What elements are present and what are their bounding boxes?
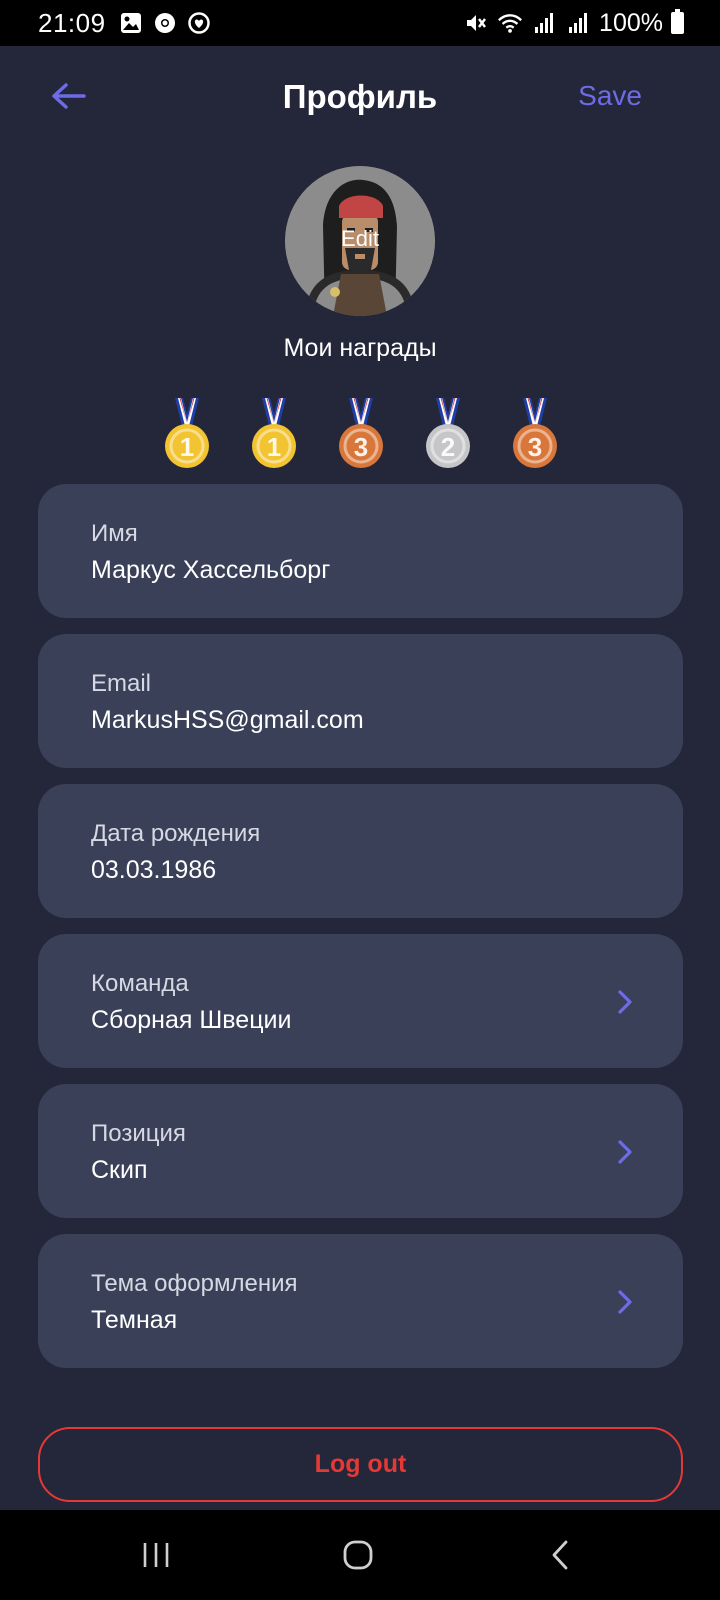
field-value: Сборная Швеции [91,1006,292,1034]
signal-icon [531,10,557,36]
home-icon [343,1540,373,1570]
field-value: 03.03.1986 [91,856,217,884]
logout-button[interactable]: Log out [38,1427,683,1502]
status-time: 21:09 [38,7,106,38]
back-icon [552,1540,568,1570]
battery-percent: 100% [599,8,663,37]
avatar[interactable]: Edit [285,166,435,316]
medal-icon: 3 [337,396,385,470]
medal-place: 3 [528,432,542,462]
recent-apps-button[interactable] [96,1510,216,1600]
field-label: Имя [91,520,138,547]
medal-place: 1 [267,432,281,462]
chevron-right-icon [618,990,632,1014]
medal-place: 1 [180,432,194,462]
chevron-right-icon [618,1140,632,1164]
header: Профиль Save [0,46,720,146]
field-value: Маркус Хассельборг [91,556,331,584]
field-card-team[interactable]: Команда Сборная Швеции [38,934,683,1068]
gallery-icon [118,10,144,36]
system-nav-bar [0,1510,720,1600]
chevron-right-icon [618,1290,632,1314]
medal-icon: 2 [424,396,472,470]
home-button[interactable] [298,1510,418,1600]
field-label: Тема оформления [91,1270,298,1297]
app-icon [186,10,212,36]
recent-apps-icon [143,1543,169,1567]
status-right: 100% [463,9,684,38]
medal-place: 3 [354,432,368,462]
medal-icon: 3 [511,396,559,470]
medals-row: 1 1 3 2 3 [0,396,720,472]
field-label: Email [91,670,152,697]
save-button[interactable]: Save [578,80,642,112]
field-card-email[interactable]: Email MarkusHSS@gmail.com [38,634,683,768]
medal-place: 2 [441,432,455,462]
status-left: 21:09 [38,8,212,39]
mute-icon [463,10,489,36]
medal-icon: 1 [163,396,211,470]
status-bar: 21:09 100% [0,0,720,46]
field-label: Дата рождения [91,820,261,847]
field-value: MarkusHSS@gmail.com [91,706,364,734]
field-card-name[interactable]: Имя Маркус Хассельборг [38,484,683,618]
field-label: Позиция [91,1120,186,1147]
wifi-icon [497,10,523,36]
signal-icon [565,10,591,36]
battery-icon [671,9,684,34]
field-card-birthdate[interactable]: Дата рождения 03.03.1986 [38,784,683,918]
medal-icon: 1 [250,396,298,470]
field-card-position[interactable]: Позиция Скип [38,1084,683,1218]
nav-back-button[interactable] [500,1510,620,1600]
awards-title: Мои награды [283,334,437,362]
chrome-icon [152,10,178,36]
field-label: Команда [91,970,189,997]
avatar-edit-label: Edit [341,226,379,251]
field-card-theme[interactable]: Тема оформления Темная [38,1234,683,1368]
field-value: Темная [91,1306,178,1334]
field-value: Скип [91,1156,148,1184]
